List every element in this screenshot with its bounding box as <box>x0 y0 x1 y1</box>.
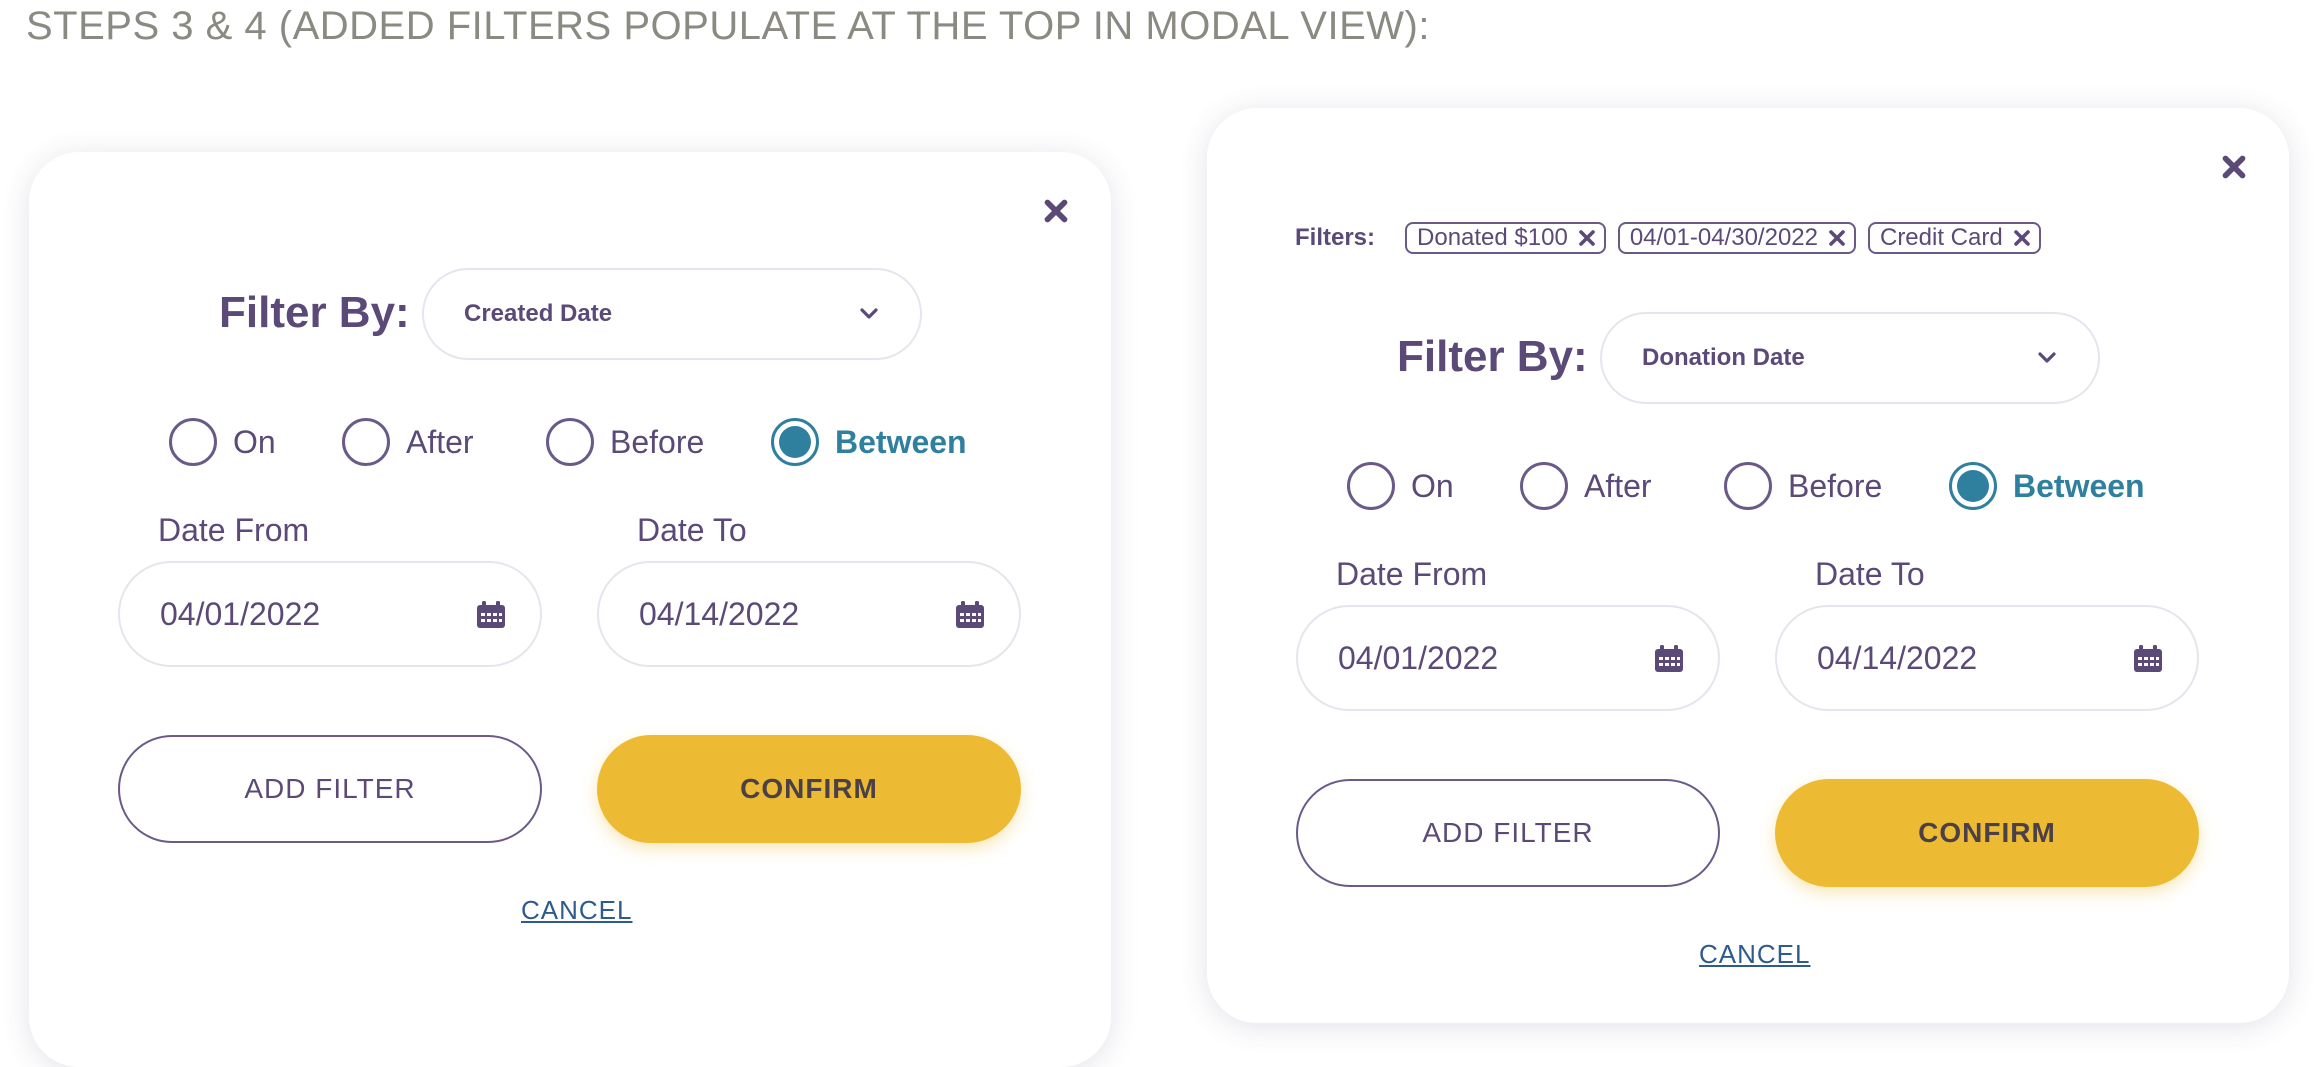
cancel-link[interactable]: CANCEL <box>1699 939 1810 970</box>
remove-filter-icon[interactable] <box>2013 229 2031 247</box>
chevron-down-icon <box>860 308 878 319</box>
radio-on-circle[interactable] <box>1347 462 1395 510</box>
calendar-icon[interactable] <box>1654 645 1684 673</box>
confirm-button[interactable]: CONFIRM <box>597 735 1021 843</box>
date-from-input[interactable]: 04/01/2022 <box>118 561 542 667</box>
radio-on-label: On <box>233 423 276 460</box>
radio-before-label: Before <box>610 423 705 460</box>
filter-chip-label: Credit Card <box>1879 224 2003 251</box>
radio-between-circle[interactable] <box>771 418 819 466</box>
radio-after[interactable]: After <box>342 414 474 470</box>
radio-before[interactable]: Before <box>546 414 704 470</box>
filter-chip: 04/01-04/30/2022 <box>1617 222 1856 254</box>
filter-by-label: Filter By: <box>219 288 410 337</box>
radio-between[interactable]: Between <box>771 414 967 470</box>
date-from-value: 04/01/2022 <box>1338 639 1499 676</box>
filter-by-select-value: Created Date <box>464 300 613 327</box>
close-icon[interactable] <box>1039 194 1073 228</box>
filter-by-select[interactable]: Donation Date <box>1600 312 2100 404</box>
calendar-icon[interactable] <box>955 601 985 629</box>
radio-between-circle[interactable] <box>1949 462 1997 510</box>
filter-by-label: Filter By: <box>1397 332 1588 381</box>
calendar-icon[interactable] <box>476 601 506 629</box>
filter-chip: Credit Card <box>1867 222 2041 254</box>
close-icon[interactable] <box>2217 150 2251 184</box>
radio-between-label: Between <box>2013 467 2145 504</box>
radio-on[interactable]: On <box>169 414 276 470</box>
date-to-input[interactable]: 04/14/2022 <box>1775 605 2199 711</box>
date-mode-radio-group: On After Before Between <box>1347 458 2207 514</box>
radio-on-label: On <box>1411 467 1454 504</box>
filter-modal-step-4: Filters: Donated $100 04/01-04/30/2022 C… <box>1207 108 2289 1023</box>
date-from-label: Date From <box>1336 556 1488 592</box>
date-to-value: 04/14/2022 <box>639 595 800 632</box>
date-to-input[interactable]: 04/14/2022 <box>597 561 1021 667</box>
cancel-link[interactable]: CANCEL <box>521 895 632 926</box>
radio-after-label: After <box>406 423 474 460</box>
radio-between-label: Between <box>835 423 967 460</box>
filter-chip-label: 04/01-04/30/2022 <box>1629 224 1818 251</box>
radio-after[interactable]: After <box>1520 458 1652 514</box>
date-from-input[interactable]: 04/01/2022 <box>1296 605 1720 711</box>
date-to-label: Date To <box>1815 556 1925 592</box>
active-filters-row: Filters: Donated $100 04/01-04/30/2022 C… <box>1295 221 2041 255</box>
filter-chip-label: Donated $100 <box>1417 224 1568 251</box>
radio-between[interactable]: Between <box>1949 458 2145 514</box>
radio-before-label: Before <box>1788 467 1883 504</box>
calendar-icon[interactable] <box>2133 645 2163 673</box>
filter-chip: Donated $100 <box>1405 222 1606 254</box>
radio-on[interactable]: On <box>1347 458 1454 514</box>
confirm-button[interactable]: CONFIRM <box>1775 779 2199 887</box>
date-to-value: 04/14/2022 <box>1817 639 1978 676</box>
radio-before[interactable]: Before <box>1724 458 1882 514</box>
add-filter-button[interactable]: ADD FILTER <box>118 735 542 843</box>
radio-after-label: After <box>1584 467 1652 504</box>
remove-filter-icon[interactable] <box>1578 229 1596 247</box>
date-from-label: Date From <box>158 512 310 548</box>
date-mode-radio-group: On After Before Between <box>169 414 1029 470</box>
filters-label: Filters: <box>1295 224 1376 251</box>
radio-after-circle[interactable] <box>342 418 390 466</box>
radio-on-circle[interactable] <box>169 418 217 466</box>
page-heading: STEPS 3 & 4 (ADDED FILTERS POPULATE AT T… <box>26 4 1430 48</box>
radio-before-circle[interactable] <box>546 418 594 466</box>
radio-before-circle[interactable] <box>1724 462 1772 510</box>
filter-modal-step-3: Filter By: Created Date On After Before … <box>29 152 1111 1067</box>
filter-by-select-value: Donation Date <box>1642 344 1805 371</box>
date-from-value: 04/01/2022 <box>160 595 321 632</box>
chevron-down-icon <box>2038 352 2056 363</box>
add-filter-button[interactable]: ADD FILTER <box>1296 779 1720 887</box>
remove-filter-icon[interactable] <box>1828 229 1846 247</box>
filter-by-select[interactable]: Created Date <box>422 268 922 360</box>
radio-after-circle[interactable] <box>1520 462 1568 510</box>
date-to-label: Date To <box>637 512 747 548</box>
